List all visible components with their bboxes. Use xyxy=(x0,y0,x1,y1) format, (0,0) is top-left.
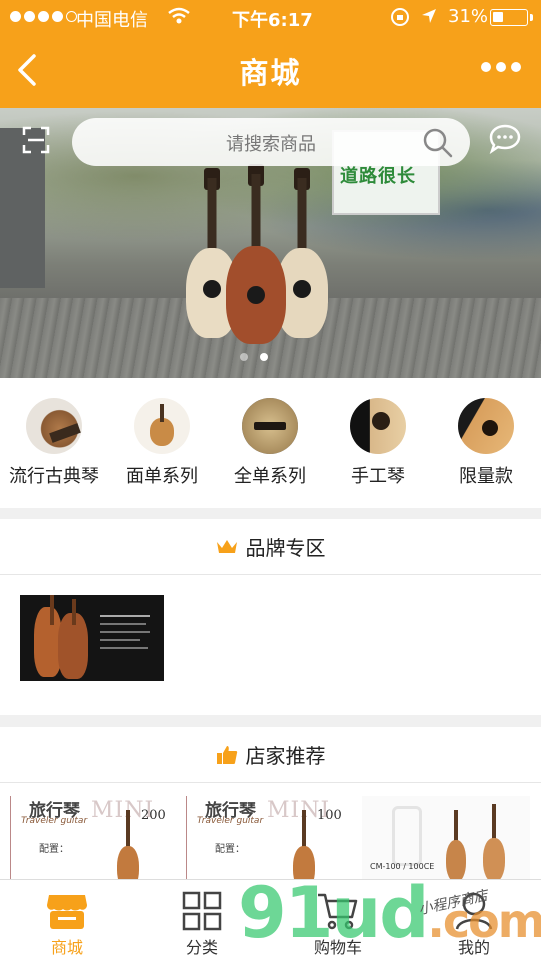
product-config-label: 配置： xyxy=(39,844,69,855)
more-dot-icon xyxy=(496,62,506,72)
search-icon xyxy=(422,127,454,163)
tab-category[interactable]: 分类 xyxy=(152,888,252,958)
message-button[interactable] xyxy=(489,124,521,155)
category-item[interactable]: 面单系列 xyxy=(108,398,216,488)
header: 中国电信 下午6:17 31% 商城 xyxy=(0,0,541,108)
brand-section-title: 品牌专区 xyxy=(245,536,326,560)
chat-bubble-icon xyxy=(489,124,521,155)
brand-section: 品牌专区 xyxy=(0,519,541,715)
brand-product-image[interactable] xyxy=(20,595,164,681)
status-bar: 中国电信 下午6:17 31% xyxy=(0,0,541,34)
battery-percent: 31% xyxy=(448,6,489,27)
product-subtitle: Traveler guitar xyxy=(21,816,88,826)
product-config-label: 配置： xyxy=(215,844,245,855)
search-input[interactable]: 请搜索商品 xyxy=(72,118,470,166)
recommend-product-card[interactable]: 旅行琴 Traveler guitar MINI 200 配置： xyxy=(10,796,178,879)
signal-strength-icon xyxy=(10,11,77,22)
more-dot-icon xyxy=(481,62,491,72)
category-label: 全单系列 xyxy=(234,466,306,487)
classical-guitar-thumb-icon xyxy=(26,398,82,454)
recommend-section: 店家推荐 旅行琴 Traveler guitar MINI 200 配置： 旅行… xyxy=(0,727,541,879)
recommend-section-header: 店家推荐 xyxy=(0,727,541,783)
ukulele-image-center xyxy=(226,164,286,344)
grid-icon xyxy=(182,891,222,931)
thumbs-up-icon xyxy=(216,745,237,764)
limited-guitar-thumb-icon xyxy=(458,398,514,454)
recommend-section-title: 店家推荐 xyxy=(245,744,326,768)
bridge-thumb-icon xyxy=(242,398,298,454)
ukulele-thumb-icon xyxy=(134,398,190,454)
brand-section-header: 品牌专区 xyxy=(0,519,541,575)
category-row: 流行古典琴 面单系列 全单系列 手工琴 限量款 xyxy=(0,378,541,508)
category-item[interactable]: 流行古典琴 xyxy=(0,398,108,488)
guitar-image xyxy=(117,810,139,879)
search-placeholder: 请搜索商品 xyxy=(226,134,316,155)
scan-icon xyxy=(22,126,50,154)
pager-dot[interactable] xyxy=(260,353,268,361)
category-label: 限量款 xyxy=(459,466,513,487)
more-options-button[interactable] xyxy=(481,62,521,72)
tab-mall[interactable]: 商城 xyxy=(17,888,117,958)
wifi-icon xyxy=(168,7,190,30)
store-icon xyxy=(47,895,87,929)
category-label: 面单系列 xyxy=(126,466,198,487)
more-dot-icon xyxy=(511,62,521,72)
product-model: CM-100 / 100CE xyxy=(370,862,435,871)
page-title: 商城 xyxy=(239,56,302,90)
location-arrow-icon xyxy=(420,7,438,30)
carrier-name: 中国电信 xyxy=(76,10,148,31)
tab-label: 商城 xyxy=(50,938,83,957)
battery-icon xyxy=(490,9,533,26)
category-item[interactable]: 限量款 xyxy=(432,398,540,488)
product-subtitle: Traveler guitar xyxy=(197,816,264,826)
tab-label: 分类 xyxy=(185,938,218,957)
status-time: 下午6:17 xyxy=(232,10,313,31)
crown-icon xyxy=(216,539,237,553)
recommend-product-card[interactable]: 旅行琴 Traveler guitar MINI 100 配置： xyxy=(186,796,354,879)
handmade-guitar-thumb-icon xyxy=(350,398,406,454)
category-label: 手工琴 xyxy=(351,466,405,487)
recommend-product-card[interactable]: CM-100 / 100CE xyxy=(362,796,530,879)
product-model: 200 xyxy=(141,808,166,823)
pager-dot[interactable] xyxy=(240,353,248,361)
category-label: 流行古典琴 xyxy=(9,466,99,487)
category-item[interactable]: 全单系列 xyxy=(216,398,324,488)
watermark-main: 91ud xyxy=(238,872,429,954)
banner-pager[interactable] xyxy=(240,353,268,361)
product-model: 100 xyxy=(317,808,342,823)
guitar-image xyxy=(293,810,315,879)
category-item[interactable]: 手工琴 xyxy=(324,398,432,488)
site-watermark: 91ud.com xyxy=(238,872,541,954)
rotation-lock-icon xyxy=(390,7,410,32)
scan-button[interactable] xyxy=(22,126,50,154)
